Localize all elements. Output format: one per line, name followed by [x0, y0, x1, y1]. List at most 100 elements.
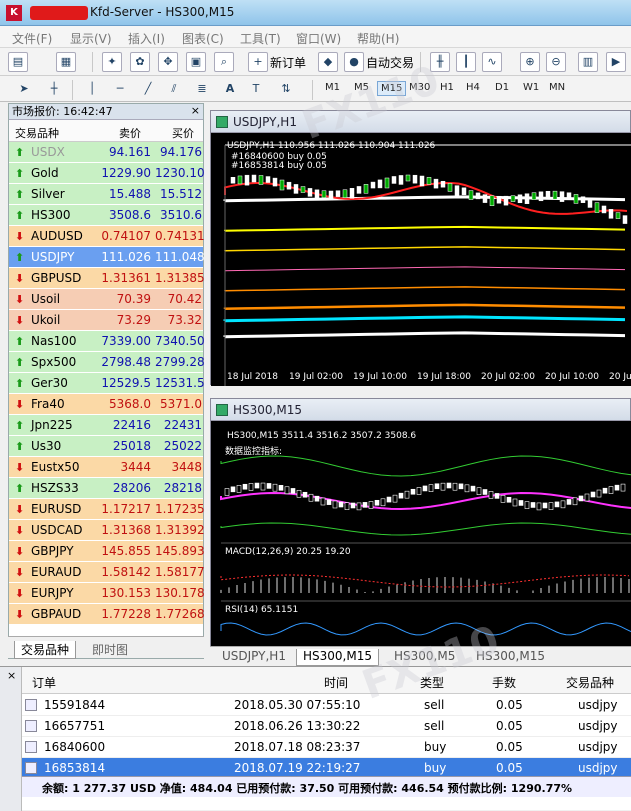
text-label-icon[interactable]: A — [220, 80, 240, 100]
market-row[interactable]: ⬆ HS300 3508.6 3510.6 — [9, 205, 203, 226]
cursor-icon[interactable]: ➤ — [14, 80, 34, 100]
market-row[interactable]: ⬇ GBPAUD 1.77228 1.77268 — [9, 604, 205, 625]
arrows-icon[interactable]: ⇅ — [276, 80, 296, 100]
col-lots[interactable]: 手数 — [492, 674, 516, 691]
menu-tools[interactable]: 工具(T) — [240, 30, 281, 47]
new-order-button[interactable]: 新订单 — [270, 54, 306, 71]
timeframe-mn[interactable]: MN — [546, 81, 568, 94]
market-row[interactable]: ⬇ Ukoil 73.29 73.32 — [9, 310, 203, 331]
market-row[interactable]: ⬇ USDCAD 1.31368 1.31392 — [9, 520, 205, 541]
tab-symbols[interactable]: 交易品种 — [14, 641, 77, 659]
market-row[interactable]: ⬇ Usoil 70.39 70.42 — [9, 289, 203, 310]
tester-icon[interactable]: ⌕ — [214, 52, 234, 72]
candle — [573, 194, 579, 204]
terminal-icon[interactable]: ▣ — [186, 52, 206, 72]
market-row[interactable]: ⬇ AUDUSD 0.74107 0.74131 — [9, 226, 205, 247]
market-row[interactable]: ⬆ Gold 1229.90 1230.10 — [9, 163, 205, 184]
candle — [260, 482, 266, 491]
tab-tick-chart[interactable]: 即时图 — [86, 641, 134, 658]
close-icon[interactable]: × — [191, 104, 200, 117]
market-row[interactable]: ⬆ Silver 15.488 15.512 — [9, 184, 203, 205]
zoom-out-icon[interactable]: ⊖ — [546, 52, 566, 72]
channel-icon[interactable]: ⫽ — [164, 80, 184, 100]
tile-windows-icon[interactable]: ▥ — [578, 52, 598, 72]
order-row[interactable]: 16840600 2018.07.18 08:23:37 buy 0.05 usdjpy — [22, 737, 631, 758]
crosshair-icon[interactable]: ┼ — [44, 80, 64, 100]
fibonacci-icon[interactable]: ≣ — [192, 80, 212, 100]
ask-price: 3510.6 — [160, 208, 202, 222]
candle — [580, 196, 586, 203]
chart-info-line: HS300,M15 3511.4 3516.2 3507.2 3508.6 — [227, 431, 417, 441]
market-row[interactable]: ⬆ Spx500 2798.48 2799.28 — [9, 352, 205, 373]
col-bid[interactable]: 卖价 — [119, 125, 141, 141]
order-row[interactable]: 15591844 2018.05.30 07:55:10 sell 0.05 usdjp… — [22, 695, 631, 716]
market-row[interactable]: ⬇ EURUSD 1.17217 1.17235 — [9, 499, 205, 520]
market-row[interactable]: ⬆ HSZS33 28206 28218 — [9, 478, 203, 499]
arrow-down-icon: ⬇ — [15, 545, 25, 558]
candle — [452, 482, 458, 491]
account-summary: 余额: 1 277.37 USD 净值: 484.04 已用预付款: 37.50… — [42, 782, 573, 795]
market-row[interactable]: ⬆ Jpn225 22416 22431 — [9, 415, 203, 436]
arrow-down-icon: ⬇ — [15, 566, 25, 579]
bid-price: 7339.00 — [101, 334, 151, 348]
symbol-name: USDCAD — [31, 523, 83, 537]
market-row[interactable]: ⬆ Us30 25018 25022 — [9, 436, 203, 457]
order-time: 2018.07.18 08:23:37 — [234, 740, 361, 754]
col-order[interactable]: 订单 — [32, 674, 56, 691]
timeframe-d1[interactable]: D1 — [492, 81, 512, 94]
market-row[interactable]: ⬆ Ger30 12529.5 12531.5 — [9, 373, 205, 394]
new-order-icon[interactable]: + — [248, 52, 268, 72]
text-tool-icon[interactable]: T — [246, 80, 266, 100]
bid-price: 1.58142 — [101, 565, 151, 579]
menu-chart[interactable]: 图表(C) — [182, 30, 224, 47]
vertical-line-icon[interactable]: │ — [82, 80, 102, 100]
candle — [494, 493, 500, 499]
symbol-name: EURJPY — [31, 586, 74, 600]
market-row[interactable]: ⬆ Nas100 7339.00 7340.50 — [9, 331, 205, 352]
market-row[interactable]: ⬆ USDJPY 111.026 111.048 — [9, 247, 205, 268]
market-row[interactable]: ⬇ EURAUD 1.58142 1.58177 — [9, 562, 205, 583]
profiles-icon[interactable]: ▦ — [56, 52, 76, 72]
menu-window[interactable]: 窗口(W) — [296, 30, 341, 47]
close-icon[interactable]: × — [7, 669, 16, 682]
menu-insert[interactable]: 插入(I) — [128, 30, 165, 47]
candle — [302, 491, 308, 498]
candle — [404, 490, 410, 499]
candlestick-icon[interactable]: ┃ — [456, 52, 476, 72]
bid-price: 15.488 — [109, 187, 151, 201]
col-symbol[interactable]: 交易品种 — [15, 125, 59, 141]
menu-help[interactable]: 帮助(H) — [357, 30, 399, 47]
line-chart-icon[interactable]: ∿ — [482, 52, 502, 72]
candle — [236, 485, 242, 493]
chart-window-usdjpy[interactable]: USDJPY,H1 18 Jul 2018 19 Jul 02:00 19 Jul … — [210, 110, 631, 386]
market-row[interactable]: ⬇ GBPUSD 1.31361 1.31385 — [9, 268, 205, 289]
data-window-icon[interactable]: ✿ — [130, 52, 150, 72]
chart-window-hs300[interactable]: HS300,M15 HS300,M15 3511.4 3516.2 3507.2… — [210, 398, 631, 647]
market-watch-icon[interactable]: ✦ — [102, 52, 122, 72]
timeframe-h4[interactable]: H4 — [463, 81, 483, 94]
auto-trade-icon[interactable]: ● — [344, 52, 364, 72]
market-row[interactable]: ⬇ GBPJPY 145.855 145.893 — [9, 541, 205, 562]
menu-view[interactable]: 显示(V) — [70, 30, 112, 47]
col-time[interactable]: 时间 — [324, 674, 348, 691]
market-watch-title: 市场报价: 16:42:47 — [9, 104, 203, 120]
zoom-in-icon[interactable]: ⊕ — [520, 52, 540, 72]
horizontal-line-icon[interactable]: ─ — [110, 80, 130, 100]
new-chart-icon[interactable]: ▤ — [8, 52, 28, 72]
trendline-icon[interactable]: ╱ — [138, 80, 158, 100]
navigator-icon[interactable]: ✥ — [158, 52, 178, 72]
market-row[interactable]: ⬇ EURJPY 130.153 130.178 — [9, 583, 205, 604]
col-symbol[interactable]: 交易品种 — [566, 674, 614, 691]
market-row[interactable]: ⬆ USDX 94.161 94.176 — [9, 142, 203, 163]
autoscroll-icon[interactable]: ▶ — [606, 52, 626, 72]
candle — [596, 489, 602, 498]
timeframe-w1[interactable]: W1 — [520, 81, 542, 94]
menu-file[interactable]: 文件(F) — [12, 30, 52, 47]
metaeditor-icon[interactable]: ◆ — [318, 52, 338, 72]
market-row[interactable]: ⬇ Eustx50 3444 3448 — [9, 457, 203, 478]
tab-chart-usdjpy-h1[interactable]: USDJPY,H1 — [216, 649, 292, 666]
col-ask[interactable]: 买价 — [172, 125, 194, 141]
order-row[interactable]: 16657751 2018.06.26 13:30:22 sell 0.05 usdjp… — [22, 716, 631, 737]
arrow-up-icon: ⬆ — [15, 440, 25, 453]
market-row[interactable]: ⬇ Fra40 5368.0 5371.0 — [9, 394, 203, 415]
